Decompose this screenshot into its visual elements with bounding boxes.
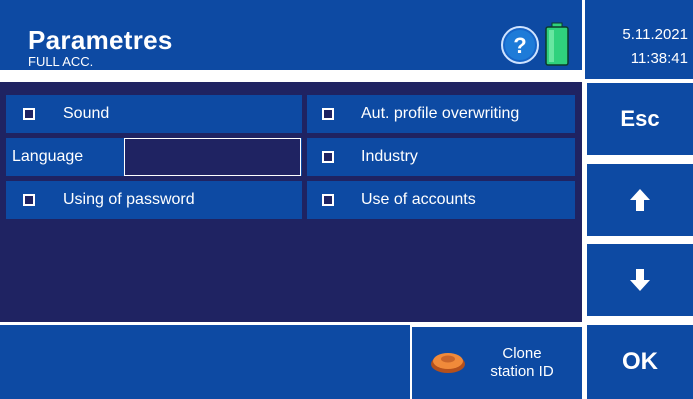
page-title: Parametres [28,25,173,55]
date-label: 5.11.2021 [622,26,688,43]
datetime-panel: 5.11.2021 11:38:41 [585,0,693,79]
checkbox-icon [322,194,334,206]
language-label: Language [12,148,84,165]
down-button[interactable] [587,244,693,316]
aut-profile-overwriting-checkbox[interactable]: Aut. profile overwriting [307,95,575,133]
language-field[interactable] [124,138,301,176]
esc-label: Esc [620,106,660,131]
sound-checkbox[interactable]: Sound [6,95,302,133]
industry-checkbox[interactable]: Industry [307,138,575,176]
checkbox-icon [23,108,35,120]
battery-icon [544,22,570,66]
use-accounts-label: Use of accounts [361,191,476,208]
ok-button[interactable]: OK [587,325,693,399]
using-password-label: Using of password [63,191,195,208]
arrow-up-icon [630,189,650,211]
up-button[interactable] [587,164,693,236]
time-label: 11:38:41 [630,50,688,67]
sound-label: Sound [63,105,110,122]
aut-profile-label: Aut. profile overwriting [361,105,520,122]
using-password-checkbox[interactable]: Using of password [6,181,302,219]
access-level-label: FULL ACC. [28,54,94,69]
clone-label-line2: station ID [490,363,554,380]
industry-label: Industry [361,148,418,165]
key-fob-icon [431,353,465,373]
checkbox-icon [23,194,35,206]
clone-station-id-label: Clone station ID [470,345,574,381]
clone-label-line1: Clone [502,345,542,362]
esc-button[interactable]: Esc [587,83,693,155]
checkbox-icon [322,151,334,163]
ok-label: OK [622,348,658,375]
checkbox-icon [322,108,334,120]
use-accounts-checkbox[interactable]: Use of accounts [307,181,575,219]
help-icon[interactable]: ? [500,25,540,65]
arrow-down-icon [630,269,650,291]
svg-text:?: ? [513,33,526,58]
